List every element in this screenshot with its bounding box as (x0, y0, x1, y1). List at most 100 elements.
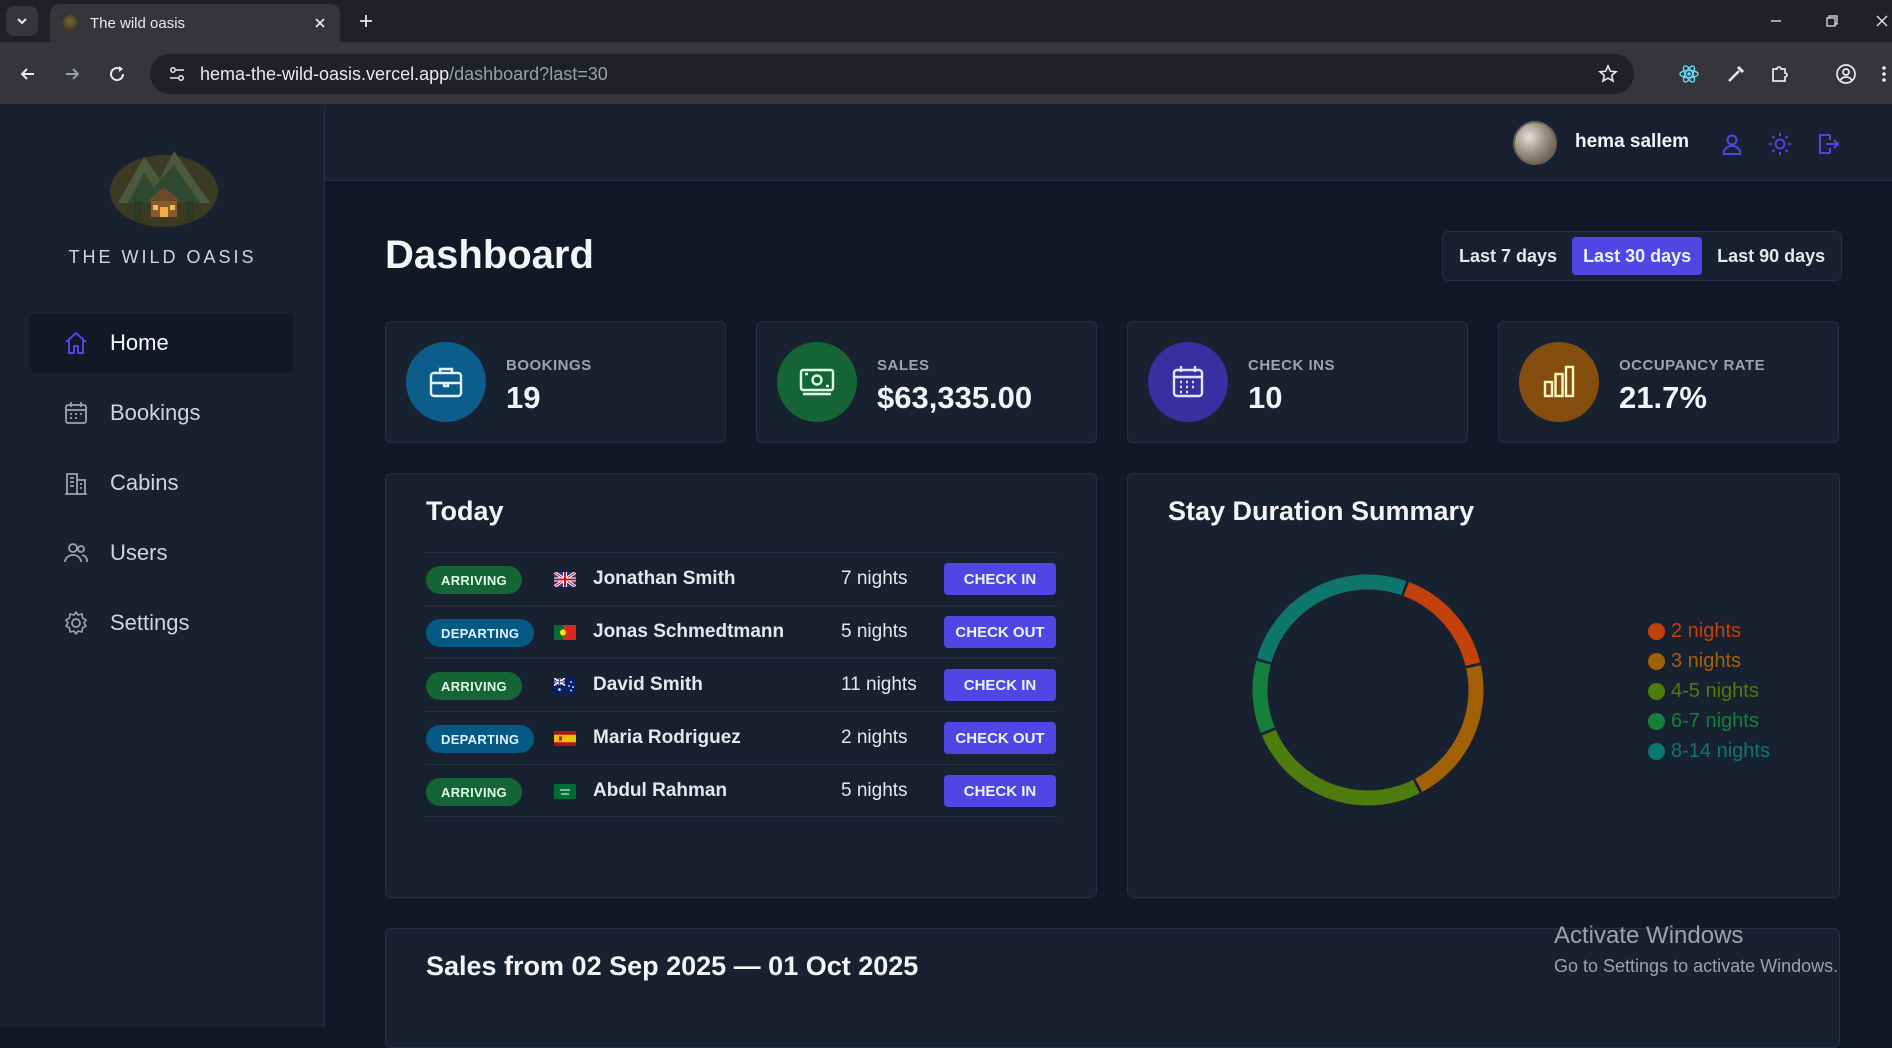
browser-tab[interactable]: The wild oasis (50, 4, 340, 42)
stat-card-occupancy-rate: OCCUPANCY RATE 21.7% (1498, 321, 1839, 443)
sidebar-item-bookings[interactable]: Bookings (30, 383, 294, 443)
address-bar[interactable]: hema-the-wild-oasis.vercel.app/dashboard… (150, 54, 1634, 94)
menu-dots-icon[interactable] (1876, 60, 1892, 88)
react-devtools-icon[interactable] (1675, 60, 1703, 88)
sales-title: Sales from 02 Sep 2025 — 01 Oct 2025 (426, 951, 919, 981)
users-icon (62, 539, 90, 567)
url-text: hema-the-wild-oasis.vercel.app/dashboard… (200, 64, 608, 85)
sidebar-item-home[interactable]: Home (30, 313, 294, 373)
close-tab-icon[interactable] (312, 15, 328, 31)
restore-button[interactable] (1818, 8, 1846, 34)
legend-dot (1648, 622, 1665, 640)
account-button[interactable] (1718, 130, 1746, 158)
sidebar-item-label: Users (110, 540, 168, 565)
profile-icon[interactable] (1832, 60, 1860, 88)
guest-name: Jonathan Smith (593, 568, 736, 589)
stat-label: BOOKINGS (506, 357, 592, 374)
forward-button[interactable] (58, 60, 86, 88)
stay-duration-panel: Stay Duration Summary 2 nights 3 nights 4-… (1127, 473, 1840, 898)
reload-icon (110, 66, 125, 82)
briefcase-icon (406, 342, 486, 422)
flag-es-icon (554, 731, 576, 746)
check-out-button[interactable]: CHECK OUT (944, 616, 1056, 648)
date-range-filter: Last 7 days Last 30 days Last 90 days (1442, 231, 1842, 281)
user-icon (1722, 134, 1742, 155)
stat-value: $63,335.00 (877, 380, 1033, 415)
sidebar: THE WILD OASIS Home Bookings Cabins User… (0, 105, 325, 1027)
theme-toggle-button[interactable] (1766, 130, 1794, 158)
filter-last-7-days[interactable]: Last 7 days (1448, 237, 1568, 275)
list-item: DEPARTING Jonas Schmedtmann 5 nights CHE… (426, 605, 1058, 658)
nights: 5 nights (841, 780, 908, 801)
favicon-icon (62, 15, 78, 31)
app-root: THE WILD OASIS Home Bookings Cabins User… (0, 105, 1892, 1048)
guest-name: David Smith (593, 674, 703, 695)
minimize-button[interactable] (1762, 8, 1790, 34)
status-badge: DEPARTING (426, 725, 535, 753)
tab-title: The wild oasis (90, 14, 186, 32)
close-window-button[interactable] (1868, 8, 1892, 34)
sidebar-item-cabins[interactable]: Cabins (30, 453, 294, 513)
logout-icon (1819, 134, 1840, 154)
avatar (1513, 121, 1557, 165)
stat-value: 10 (1248, 380, 1283, 415)
sidebar-item-settings[interactable]: Settings (30, 593, 294, 653)
status-badge: ARRIVING (426, 672, 522, 700)
username: hema sallem (1575, 131, 1690, 152)
logout-button[interactable] (1814, 130, 1842, 158)
back-button[interactable] (14, 60, 42, 88)
check-in-button[interactable]: CHECK IN (944, 775, 1056, 807)
tab-search-button[interactable] (6, 6, 38, 36)
buildings-icon (62, 469, 90, 497)
url-path: /dashboard?last=30 (449, 63, 608, 84)
sun-icon (1769, 133, 1791, 155)
stat-label: CHECK INS (1248, 357, 1336, 374)
site-info-icon[interactable] (164, 61, 190, 87)
filter-last-30-days[interactable]: Last 30 days (1572, 237, 1703, 275)
nights: 7 nights (841, 568, 908, 589)
restore-icon (1826, 15, 1838, 27)
new-tab-button[interactable] (354, 9, 378, 33)
extensions-puzzle-icon[interactable] (1766, 60, 1794, 88)
guest-name: Abdul Rahman (593, 780, 728, 801)
legend-item: 2 nights (1648, 616, 1770, 646)
chart-bar-icon (1519, 342, 1599, 422)
legend-item: 4-5 nights (1648, 676, 1770, 706)
activate-windows-title: Activate Windows (1554, 922, 1744, 949)
nights: 5 nights (841, 621, 908, 642)
nights: 11 nights (841, 674, 917, 695)
legend-item: 6-7 nights (1648, 706, 1770, 736)
flag-sa-icon (554, 784, 576, 799)
legend-item: 3 nights (1648, 646, 1770, 676)
eyedropper-icon[interactable] (1722, 60, 1750, 88)
sidebar-item-users[interactable]: Users (30, 523, 294, 583)
legend-item: 8-14 nights (1648, 736, 1770, 766)
bookmark-star-icon[interactable] (1596, 62, 1620, 86)
check-in-button[interactable]: CHECK IN (944, 669, 1056, 701)
chart-legend: 2 nights 3 nights 4-5 nights 6-7 nights 8-14… (1648, 616, 1770, 766)
calendar-icon (62, 399, 90, 427)
donut-slice-6-7-nights (1252, 660, 1275, 734)
check-in-button[interactable]: CHECK IN (944, 563, 1056, 595)
banknotes-icon (777, 342, 857, 422)
today-activity-list: ARRIVING Jonathan Smith 7 nights CHECK I… (426, 552, 1058, 817)
flag-au-icon (554, 678, 576, 693)
chevron-down-icon (17, 18, 27, 25)
filter-last-90-days[interactable]: Last 90 days (1706, 237, 1836, 275)
list-item: ARRIVING David Smith 11 nights CHECK IN (426, 658, 1058, 711)
legend-label: 4-5 nights (1671, 679, 1759, 702)
sidebar-item-label: Cabins (110, 470, 179, 495)
activate-windows-subtitle: Go to Settings to activate Windows. (1554, 956, 1839, 976)
legend-dot (1648, 712, 1665, 730)
stat-card-sales: SALES $63,335.00 (756, 321, 1097, 443)
legend-label: 8-14 nights (1671, 739, 1770, 762)
today-title: Today (426, 496, 504, 526)
status-badge: DEPARTING (426, 619, 535, 647)
logo (108, 143, 220, 227)
donut-slice-3-nights (1415, 665, 1484, 792)
check-out-button[interactable]: CHECK OUT (944, 722, 1056, 754)
guest-name: Maria Rodriguez (593, 727, 741, 748)
list-item: ARRIVING Abdul Rahman 5 nights CHECK IN (426, 764, 1058, 817)
stat-card-bookings: BOOKINGS 19 (385, 321, 726, 443)
reload-button[interactable] (103, 60, 131, 88)
